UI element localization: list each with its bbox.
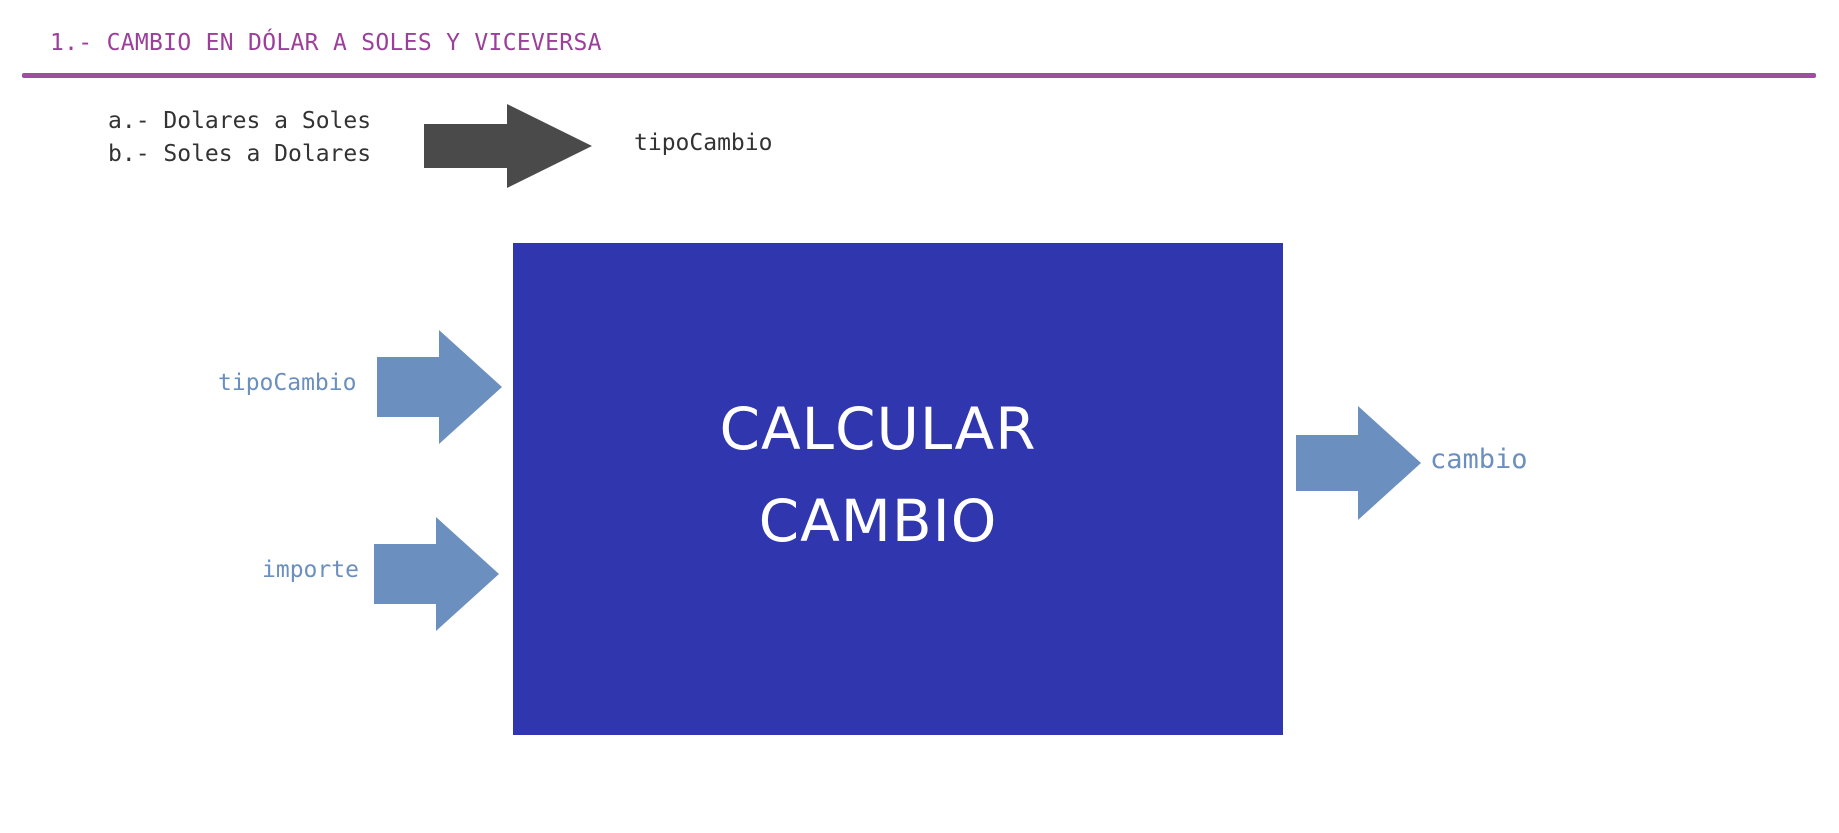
title-divider bbox=[22, 73, 1816, 78]
input-arrow-importe-shape bbox=[374, 517, 499, 631]
input-label-tipocambio: tipoCambio bbox=[218, 370, 357, 396]
selection-arrow-icon bbox=[424, 104, 592, 188]
selection-output-label: tipoCambio bbox=[634, 130, 773, 156]
selection-arrow-shape bbox=[424, 104, 592, 188]
process-label-line1: CALCULAR bbox=[719, 395, 1037, 463]
option-dolares-a-soles: a.- Dolares a Soles bbox=[108, 108, 372, 134]
option-soles-a-dolares: b.- Soles a Dolares bbox=[108, 141, 372, 167]
process-label-group: CALCULAR CAMBIO bbox=[719, 383, 1036, 567]
output-label-cambio: cambio bbox=[1430, 444, 1528, 475]
output-arrow-cambio-icon bbox=[1296, 406, 1421, 520]
input-arrow-tipocambio-icon bbox=[377, 330, 502, 444]
page-title: 1.- CAMBIO EN DÓLAR A SOLES Y VICEVERSA bbox=[50, 30, 602, 56]
process-box: CALCULAR CAMBIO bbox=[513, 243, 1283, 735]
input-arrow-tipocambio-shape bbox=[377, 330, 502, 444]
input-arrow-importe-icon bbox=[374, 517, 499, 631]
input-label-importe: importe bbox=[262, 557, 359, 583]
output-arrow-cambio-shape bbox=[1296, 406, 1421, 520]
process-label-line2: CAMBIO bbox=[758, 487, 998, 555]
